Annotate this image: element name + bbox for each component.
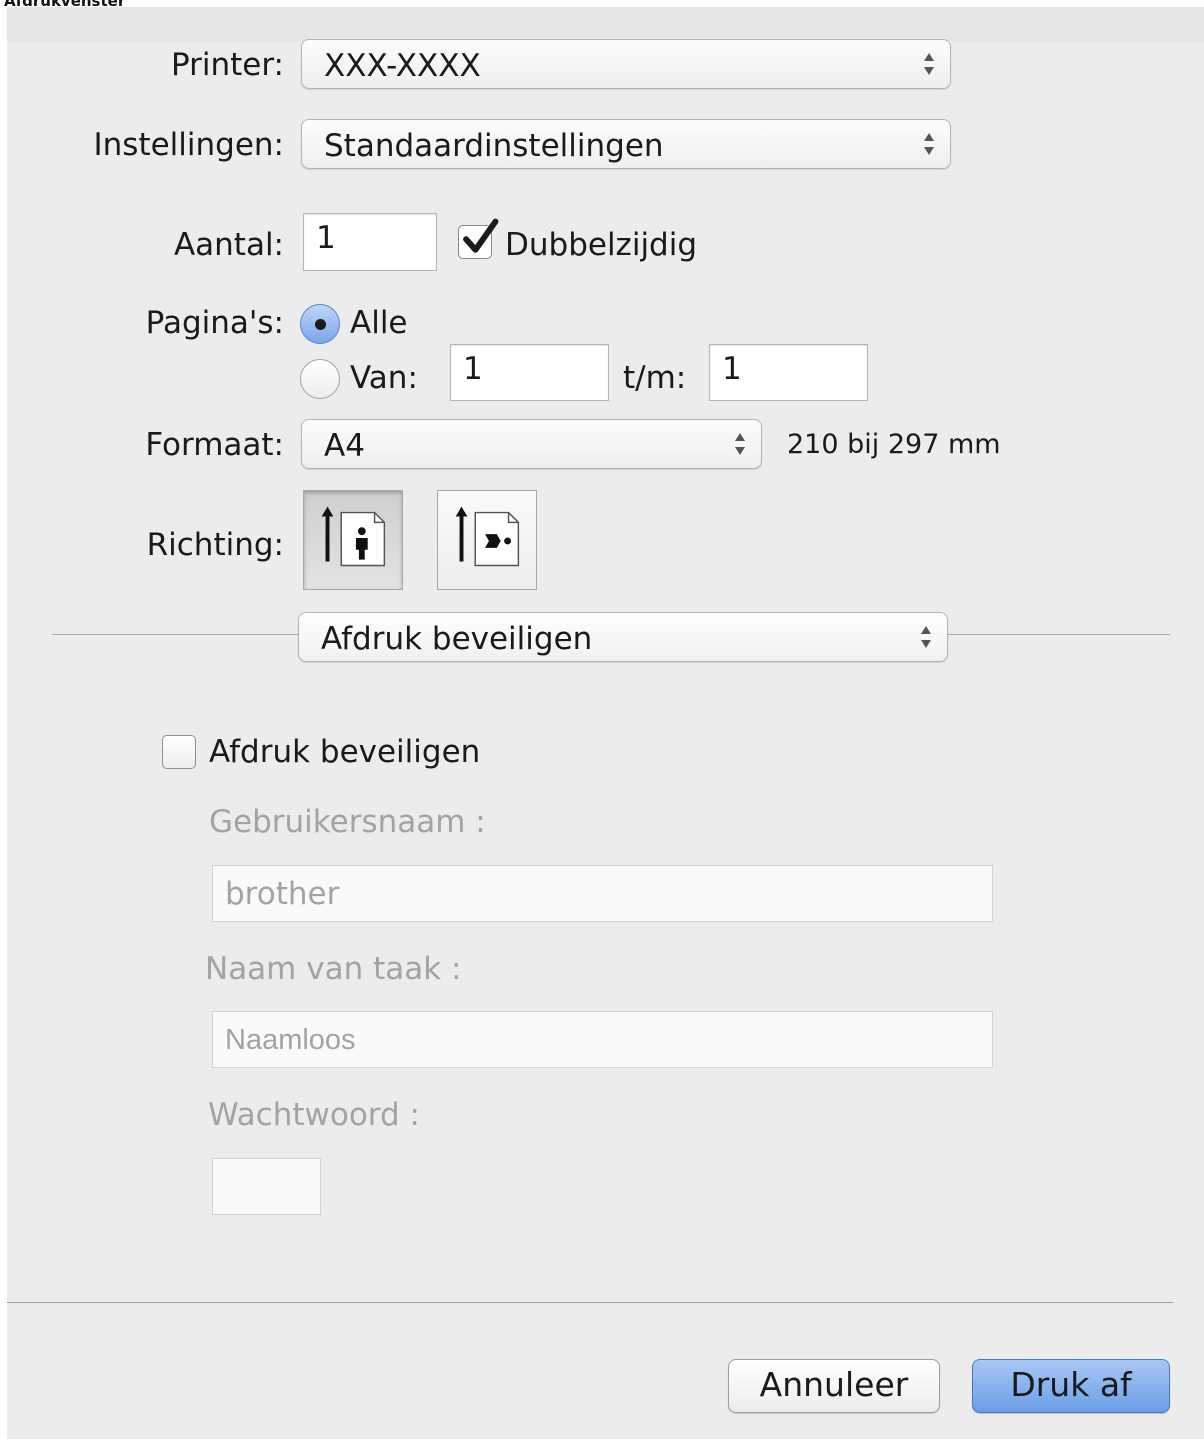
landscape-icon xyxy=(455,506,520,567)
cancel-button[interactable]: Annuleer xyxy=(728,1359,940,1413)
two-sided-label: Dubbelzijdig xyxy=(505,227,698,263)
print-dialog: Printer: XXX-XXXX Instellingen: Standaar… xyxy=(7,7,1204,1439)
portrait-icon xyxy=(321,506,386,567)
updown-arrows-icon xyxy=(924,133,934,155)
password-field[interactable] xyxy=(212,1158,321,1215)
presets-popup[interactable]: Standaardinstellingen xyxy=(301,119,951,169)
section-popup[interactable]: Afdruk beveiligen xyxy=(298,612,948,662)
secure-print-label: Afdruk beveiligen xyxy=(209,734,481,770)
job-name-field[interactable]: Naamloos xyxy=(212,1011,993,1068)
paper-size-popup[interactable]: A4 xyxy=(301,419,762,469)
paper-size-label: Formaat: xyxy=(145,427,284,463)
updown-arrows-icon xyxy=(735,433,745,455)
password-label: Wachtwoord : xyxy=(208,1097,420,1133)
printer-value: XXX-XXXX xyxy=(324,48,481,84)
presets-value: Standaardinstellingen xyxy=(324,128,664,164)
orientation-landscape-button[interactable] xyxy=(437,490,537,590)
pages-all-label: Alle xyxy=(350,305,408,341)
copies-label: Aantal: xyxy=(173,227,284,263)
pages-to-field[interactable]: 1 xyxy=(709,344,868,401)
presets-label: Instellingen: xyxy=(93,127,285,163)
print-button[interactable]: Druk af xyxy=(972,1359,1170,1413)
printer-label: Printer: xyxy=(170,47,284,83)
pages-from-field[interactable]: 1 xyxy=(450,344,609,401)
secure-print-checkbox[interactable] xyxy=(162,735,196,769)
job-name-label: Naam van taak : xyxy=(205,951,462,987)
pages-range-radio[interactable] xyxy=(300,359,340,399)
orientation-portrait-button[interactable] xyxy=(303,490,403,590)
pages-from-value: 1 xyxy=(463,351,483,387)
username-label: Gebruikersnaam : xyxy=(209,804,486,840)
pages-range-label: Van: xyxy=(350,360,418,396)
orientation-label: Richting: xyxy=(146,527,284,563)
copies-value: 1 xyxy=(316,220,336,256)
checkmark-icon xyxy=(463,218,499,253)
paper-size-value: A4 xyxy=(324,428,365,464)
copies-field[interactable]: 1 xyxy=(303,213,437,271)
bottom-separator xyxy=(7,1302,1173,1303)
username-field[interactable]: brother xyxy=(212,865,993,922)
job-name-value: Naamloos xyxy=(225,1024,356,1056)
updown-arrows-icon xyxy=(924,53,934,75)
pages-all-radio[interactable] xyxy=(300,304,340,344)
pages-label: Pagina's: xyxy=(145,305,284,341)
pages-to-value: 1 xyxy=(722,351,742,387)
section-value: Afdruk beveiligen xyxy=(321,621,593,657)
paper-dimensions: 210 bij 297 mm xyxy=(787,429,1001,460)
two-sided-checkbox[interactable] xyxy=(458,218,499,259)
radio-dot xyxy=(315,319,326,330)
printer-popup[interactable]: XXX-XXXX xyxy=(301,39,951,89)
username-value: brother xyxy=(225,876,340,912)
pages-to-label: t/m: xyxy=(623,360,687,396)
title-strip xyxy=(7,7,1204,41)
updown-arrows-icon xyxy=(921,626,931,648)
